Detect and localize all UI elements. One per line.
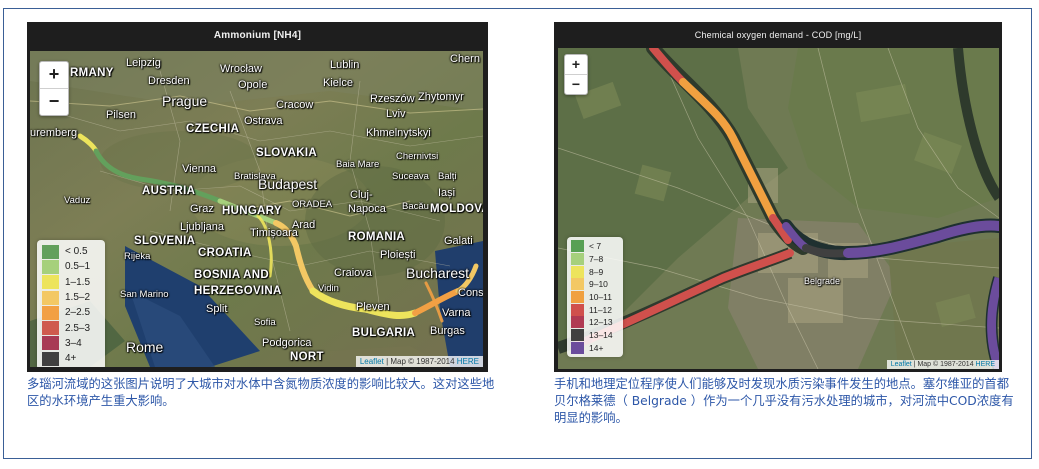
leaflet-link[interactable]: Leaflet xyxy=(360,357,384,366)
legend-item: 0.5–1 xyxy=(42,259,100,274)
right-caption: 手机和地理定位程序使人们能够及时发现水质污染事件发生的地点。塞尔维亚的首都贝尔格… xyxy=(554,377,1014,425)
legend-item: 8–9 xyxy=(571,265,619,278)
legend-swatch xyxy=(42,290,59,305)
legend-item: 2–2.5 xyxy=(42,305,100,320)
legend-swatch xyxy=(571,265,584,278)
legend-label: 3–4 xyxy=(65,337,82,349)
map-copyright: | Map © 1987-2014 xyxy=(911,361,976,368)
legend-swatch xyxy=(571,341,584,354)
zoom-in-button[interactable]: + xyxy=(40,62,68,88)
legend-label: 11–12 xyxy=(589,304,613,315)
legend-item: 12–13 xyxy=(571,316,619,329)
legend-swatch xyxy=(42,275,59,290)
ammonium-legend: < 0.5 0.5–1 1–1.5 1.5–2 2–2.5 2.5–3 3–4 … xyxy=(37,240,105,367)
leaflet-link[interactable]: Leaflet xyxy=(891,361,912,368)
zoom-out-button[interactable]: − xyxy=(565,74,587,94)
zoom-in-button[interactable]: + xyxy=(565,55,587,74)
legend-swatch xyxy=(571,240,584,253)
legend-swatch xyxy=(42,244,59,259)
legend-item: < 0.5 xyxy=(42,244,100,259)
zoom-control: + − xyxy=(39,61,69,116)
map-attribution: Leaflet | Map © 1987-2014 HERE xyxy=(886,360,999,369)
belgrade-map[interactable]: Belgrade + − < 7 7–8 8–9 9–10 10–11 11–1… xyxy=(558,48,999,369)
legend-swatch xyxy=(42,321,59,336)
legend-swatch xyxy=(571,316,584,329)
legend-label: 2–2.5 xyxy=(65,307,91,319)
legend-label: 9–10 xyxy=(589,279,608,290)
legend-item: 10–11 xyxy=(571,291,619,304)
ammonium-map-panel: Ammonium [NH4] RMANY Leipzig Wrocław Lub… xyxy=(27,22,488,372)
zoom-control: + − xyxy=(564,54,588,95)
legend-label: < 0.5 xyxy=(65,246,88,258)
legend-label: 12–13 xyxy=(589,317,613,328)
panel-title: Ammonium [NH4] xyxy=(213,30,302,41)
legend-label: 7–8 xyxy=(589,254,604,265)
legend-label: 13–14 xyxy=(589,330,613,341)
here-link[interactable]: HERE xyxy=(457,357,479,366)
legend-item: 1–1.5 xyxy=(42,275,100,290)
legend-swatch xyxy=(42,336,59,351)
map-copyright: | Map © 1987-2014 xyxy=(383,357,457,366)
legend-swatch xyxy=(42,259,59,274)
legend-swatch xyxy=(571,329,584,342)
legend-item: 1.5–2 xyxy=(42,290,100,305)
legend-label: 10–11 xyxy=(589,292,613,303)
legend-label: 2.5–3 xyxy=(65,322,91,334)
left-caption: 多瑙河流域的这张图片说明了大城市对水体中含氮物质浓度的影响比较大。这对这些地区的… xyxy=(27,377,495,408)
danube-basin-map[interactable]: RMANY Leipzig Wrocław Lublin Chern Dresd… xyxy=(30,51,483,367)
legend-item: 14+ xyxy=(571,341,619,355)
legend-item: 9–10 xyxy=(571,278,619,291)
legend-swatch xyxy=(571,278,584,291)
map-attribution: Leaflet | Map © 1987-2014 HERE xyxy=(355,356,483,367)
panel-title: Chemical oxygen demand - COD [mg/L] xyxy=(694,30,862,40)
legend-swatch xyxy=(571,303,584,316)
legend-item: 3–4 xyxy=(42,336,100,351)
legend-swatch xyxy=(571,291,584,304)
legend-label: 1.5–2 xyxy=(65,292,91,304)
zoom-out-button[interactable]: − xyxy=(40,88,68,115)
here-link[interactable]: HERE xyxy=(976,361,995,368)
cod-legend: < 7 7–8 8–9 9–10 10–11 11–12 12–13 13–14… xyxy=(567,237,623,358)
legend-swatch xyxy=(42,305,59,320)
cod-map-panel: Chemical oxygen demand - COD [mg/L] Belg… xyxy=(554,22,1002,372)
legend-label: 14+ xyxy=(589,342,604,353)
legend-item: 13–14 xyxy=(571,329,619,342)
legend-item: 11–12 xyxy=(571,303,619,316)
legend-item: 4+ xyxy=(42,351,100,366)
legend-item: 2.5–3 xyxy=(42,320,100,336)
legend-item: 7–8 xyxy=(571,253,619,266)
legend-swatch xyxy=(42,351,59,366)
legend-item: < 7 xyxy=(571,240,619,253)
legend-swatch xyxy=(571,253,584,266)
cod-river-overlay xyxy=(574,48,999,369)
legend-label: 1–1.5 xyxy=(65,276,91,288)
legend-label: 8–9 xyxy=(589,266,604,277)
legend-label: 0.5–1 xyxy=(65,261,91,273)
legend-label: < 7 xyxy=(589,241,602,252)
legend-label: 4+ xyxy=(65,353,77,365)
